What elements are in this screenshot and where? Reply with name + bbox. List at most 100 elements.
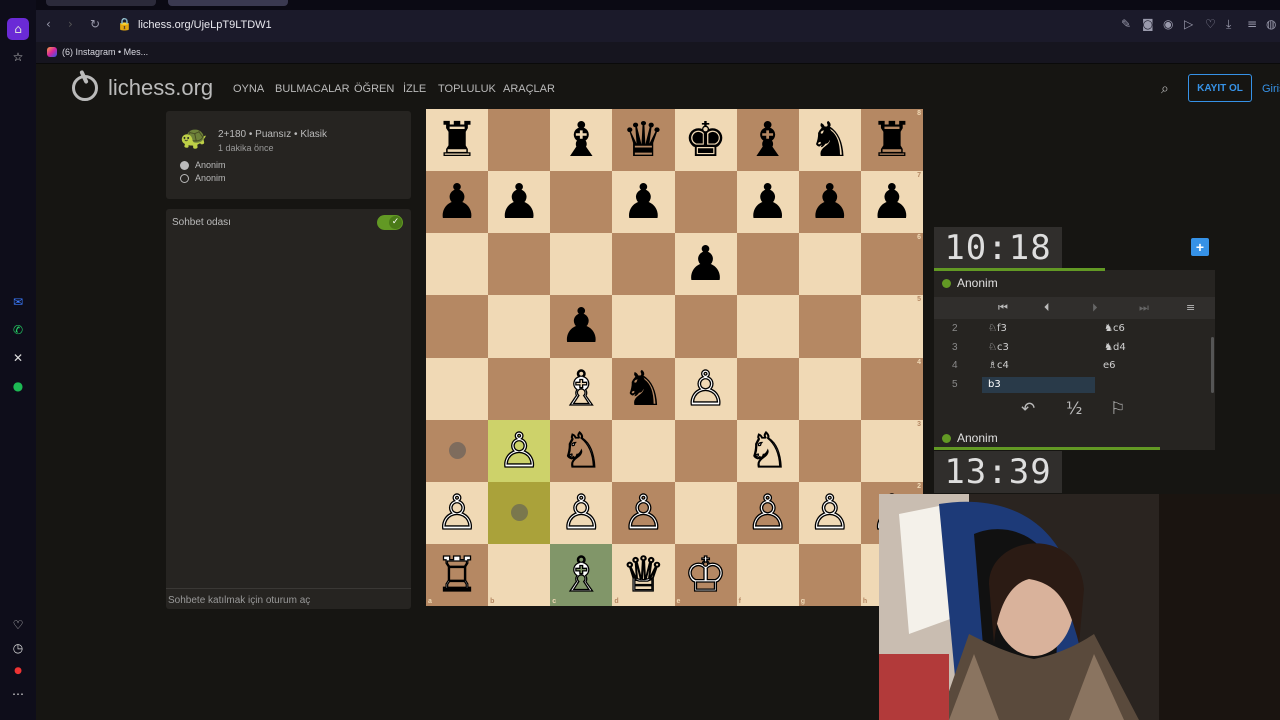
nav-learn[interactable]: ÖĞREN bbox=[354, 83, 394, 95]
takeback-button[interactable]: ↶ bbox=[1021, 399, 1035, 419]
square-g8[interactable]: ♞ bbox=[798, 109, 861, 172]
square-b8[interactable] bbox=[488, 109, 551, 172]
white-queen-icon[interactable]: ♕ bbox=[621, 550, 665, 599]
move-white[interactable]: ♗c4 bbox=[988, 360, 1009, 371]
edit-icon[interactable]: ✎ bbox=[1121, 17, 1131, 31]
square-c1[interactable]: ♗ c bbox=[550, 543, 613, 606]
square-f8[interactable]: ♝ bbox=[736, 109, 799, 172]
white-player[interactable]: Anonim bbox=[195, 160, 226, 170]
login-link[interactable]: Giriş bbox=[1262, 83, 1280, 95]
nav-watch[interactable]: İZLE bbox=[403, 83, 426, 95]
square-a3[interactable] bbox=[426, 419, 489, 482]
prev-move-icon[interactable]: ⏴ bbox=[1044, 301, 1050, 315]
site-logo[interactable]: lichess.org bbox=[108, 75, 213, 101]
record-icon[interactable]: ● bbox=[7, 660, 29, 682]
favorite-icon[interactable]: ♡ bbox=[1205, 17, 1216, 31]
menu-icon[interactable]: ≡ bbox=[1247, 17, 1257, 31]
square-a6[interactable] bbox=[426, 233, 489, 296]
square-b6[interactable] bbox=[488, 233, 551, 296]
play-icon[interactable]: ▷ bbox=[1184, 17, 1193, 31]
move-white[interactable]: b3 bbox=[988, 379, 1001, 390]
black-pawn-icon[interactable]: ♟ bbox=[498, 178, 541, 226]
black-knight-icon[interactable]: ♞ bbox=[808, 116, 851, 164]
forward-icon[interactable]: › bbox=[68, 17, 73, 31]
address-bar[interactable]: lichess.org/UjeLpT9LTDW1 bbox=[138, 19, 272, 31]
black-pawn-icon[interactable]: ♟ bbox=[622, 178, 665, 226]
square-e1[interactable]: ♔ e bbox=[674, 543, 737, 606]
black-pawn-icon[interactable]: ♟ bbox=[436, 178, 479, 226]
black-pawn-icon[interactable]: ♟ bbox=[684, 240, 727, 288]
square-a4[interactable] bbox=[426, 357, 489, 420]
square-b4[interactable] bbox=[488, 357, 551, 420]
move-destination-dot[interactable] bbox=[510, 504, 528, 522]
square-h7[interactable]: ♟ 7 bbox=[860, 171, 923, 234]
move-black[interactable]: ♞d4 bbox=[1104, 342, 1126, 353]
nav-community[interactable]: TOPLULUK bbox=[438, 83, 496, 95]
white-king-icon[interactable]: ♔ bbox=[683, 550, 727, 599]
square-d1[interactable]: ♕ d bbox=[612, 543, 675, 606]
square-h5[interactable]: 5 bbox=[860, 295, 923, 358]
square-g4[interactable] bbox=[798, 357, 861, 420]
reload-icon[interactable]: ↻ bbox=[90, 17, 100, 31]
square-d5[interactable] bbox=[612, 295, 675, 358]
nav-tools[interactable]: ARAÇLAR bbox=[503, 83, 555, 95]
square-f1[interactable]: f bbox=[736, 543, 799, 606]
square-g1[interactable]: g bbox=[798, 543, 861, 606]
black-pawn-icon[interactable]: ♟ bbox=[560, 302, 603, 350]
bottom-player[interactable]: Anonim bbox=[942, 431, 998, 445]
chat-toggle[interactable] bbox=[377, 215, 403, 230]
square-g2[interactable]: ♙ bbox=[798, 481, 861, 544]
black-pawn-icon[interactable]: ♟ bbox=[870, 178, 913, 226]
white-knight-icon[interactable]: ♘ bbox=[559, 426, 603, 475]
square-d3[interactable] bbox=[612, 419, 675, 482]
chat-input[interactable]: Sohbete katılmak için oturum aç bbox=[168, 595, 310, 606]
whatsapp-icon[interactable]: ✆ bbox=[7, 319, 29, 341]
square-b2[interactable] bbox=[488, 481, 551, 544]
square-h8[interactable]: ♜ 8 bbox=[860, 109, 923, 172]
square-b3[interactable]: ♙ bbox=[488, 419, 551, 482]
white-knight-icon[interactable]: ♘ bbox=[746, 426, 790, 475]
move-black[interactable]: e6 bbox=[1103, 360, 1116, 371]
square-f5[interactable] bbox=[736, 295, 799, 358]
download-icon[interactable]: ⤓ bbox=[1226, 17, 1231, 32]
spotify-icon[interactable]: ● bbox=[7, 375, 29, 397]
square-c5[interactable]: ♟ bbox=[550, 295, 613, 358]
moves-scrollbar[interactable] bbox=[1211, 337, 1214, 393]
square-b5[interactable] bbox=[488, 295, 551, 358]
nav-play[interactable]: OYNA bbox=[233, 83, 264, 95]
move-black[interactable]: ♞c6 bbox=[1104, 323, 1125, 334]
lichess-logo-icon[interactable] bbox=[72, 75, 98, 101]
messenger-icon[interactable]: ✉ bbox=[7, 291, 29, 313]
square-e6[interactable]: ♟ bbox=[674, 233, 737, 296]
black-king-icon[interactable]: ♚ bbox=[684, 116, 727, 164]
square-a2[interactable]: ♙ bbox=[426, 481, 489, 544]
square-c7[interactable] bbox=[550, 171, 613, 234]
square-e4[interactable]: ♙ bbox=[674, 357, 737, 420]
square-f6[interactable] bbox=[736, 233, 799, 296]
bookmark-instagram[interactable]: (6) Instagram • Mes... bbox=[62, 47, 148, 57]
move-white[interactable]: ♘f3 bbox=[988, 323, 1007, 334]
next-move-icon[interactable]: ⏵ bbox=[1092, 301, 1098, 315]
white-pawn-icon[interactable]: ♙ bbox=[808, 488, 852, 537]
black-queen-icon[interactable]: ♛ bbox=[622, 116, 665, 164]
square-h3[interactable]: 3 bbox=[860, 419, 923, 482]
square-a1[interactable]: ♖ a bbox=[426, 543, 489, 606]
square-h6[interactable]: 6 bbox=[860, 233, 923, 296]
black-pawn-icon[interactable]: ♟ bbox=[808, 178, 851, 226]
square-f3[interactable]: ♘ bbox=[736, 419, 799, 482]
signup-button[interactable]: KAYIT OL bbox=[1188, 74, 1252, 102]
square-e7[interactable] bbox=[674, 171, 737, 234]
square-e5[interactable] bbox=[674, 295, 737, 358]
black-pawn-icon[interactable]: ♟ bbox=[746, 178, 789, 226]
user-icon[interactable]: ◍ bbox=[1266, 17, 1276, 31]
square-d4[interactable]: ♞ bbox=[612, 357, 675, 420]
square-c4[interactable]: ♗ bbox=[550, 357, 613, 420]
black-knight-icon[interactable]: ♞ bbox=[622, 365, 665, 413]
square-d2[interactable]: ♙ bbox=[612, 481, 675, 544]
camera-icon[interactable]: ◙ bbox=[1142, 17, 1154, 31]
square-g7[interactable]: ♟ bbox=[798, 171, 861, 234]
square-c3[interactable]: ♘ bbox=[550, 419, 613, 482]
square-c6[interactable] bbox=[550, 233, 613, 296]
square-f2[interactable]: ♙ bbox=[736, 481, 799, 544]
add-time-button[interactable]: + bbox=[1191, 238, 1209, 256]
